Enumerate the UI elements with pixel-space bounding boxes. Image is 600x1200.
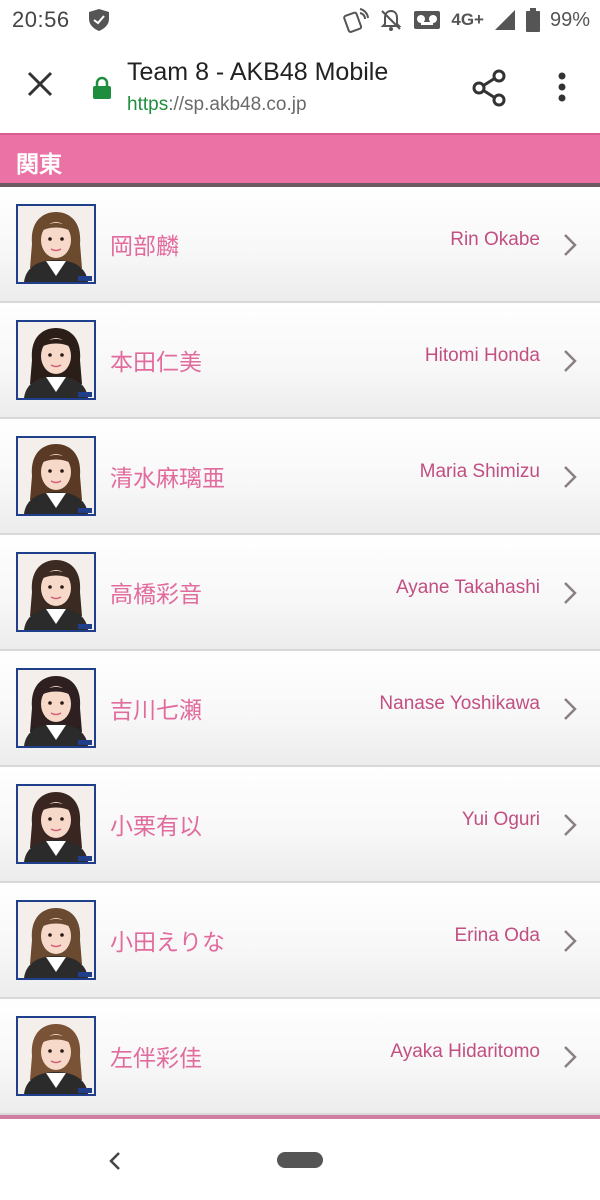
member-photo xyxy=(16,900,96,980)
list-bottom-border xyxy=(0,1115,600,1119)
member-name-jp: 清水麻璃亜 xyxy=(110,465,225,491)
close-icon[interactable] xyxy=(18,62,62,106)
shield-icon xyxy=(89,9,109,31)
battery-icon xyxy=(525,8,540,32)
member-list: 岡部麟 Rin Okabe 本田仁美 Hitomi Honda 清水麻璃亜 Maria S… xyxy=(0,187,600,1115)
status-bar: 20:56 4G+ 99% xyxy=(0,0,600,40)
page-title: Team 8 - AKB48 Mobile xyxy=(127,58,389,86)
member-photo xyxy=(16,436,96,516)
member-row[interactable]: 吉川七瀬 Nanase Yoshikawa xyxy=(0,651,600,767)
member-name-jp: 小栗有以 xyxy=(110,813,202,839)
member-name-jp: 本田仁美 xyxy=(110,349,202,375)
member-row[interactable]: 本田仁美 Hitomi Honda xyxy=(0,303,600,419)
member-photo xyxy=(16,1016,96,1096)
url-host: ://sp.akb48.co.jp xyxy=(168,94,307,115)
member-name-en: Hitomi Honda xyxy=(424,345,540,366)
back-icon[interactable] xyxy=(100,1146,130,1176)
member-photo xyxy=(16,784,96,864)
chevron-right-icon xyxy=(564,930,577,952)
member-name-en: Ayane Takahashi xyxy=(395,577,540,598)
home-button[interactable] xyxy=(277,1152,323,1168)
nfc-icon xyxy=(343,8,370,33)
chevron-right-icon xyxy=(564,350,577,372)
member-name-jp: 左伴彩佳 xyxy=(110,1045,202,1071)
page-url: https://sp.akb48.co.jp xyxy=(127,94,307,116)
member-photo xyxy=(16,320,96,400)
member-row[interactable]: 小栗有以 Yui Oguri xyxy=(0,767,600,883)
member-photo xyxy=(16,668,96,748)
member-row[interactable]: 清水麻璃亜 Maria Shimizu xyxy=(0,419,600,535)
share-icon[interactable] xyxy=(468,66,512,110)
section-header: 関東 xyxy=(0,133,600,183)
member-name-jp: 高橋彩音 xyxy=(110,581,202,607)
chevron-right-icon xyxy=(564,466,577,488)
chevron-right-icon xyxy=(564,814,577,836)
lock-icon xyxy=(93,76,111,99)
member-row[interactable]: 高橋彩音 Ayane Takahashi xyxy=(0,535,600,651)
member-row[interactable]: 左伴彩佳 Ayaka Hidaritomo xyxy=(0,999,600,1115)
member-name-en: Ayaka Hidaritomo xyxy=(390,1041,540,1062)
member-name-jp: 小田えりな xyxy=(110,929,225,955)
more-options-icon[interactable] xyxy=(544,66,580,110)
member-row[interactable]: 小田えりな Erina Oda xyxy=(0,883,600,999)
member-name-en: Rin Okabe xyxy=(450,229,540,250)
chevron-right-icon xyxy=(564,1046,577,1068)
battery-percent: 99% xyxy=(549,8,590,31)
member-photo xyxy=(16,204,96,284)
chevron-right-icon xyxy=(564,698,577,720)
member-name-en: Nanase Yoshikawa xyxy=(379,693,540,714)
network-type: 4G+ xyxy=(451,10,484,29)
navigation-bar xyxy=(0,1120,600,1200)
member-name-en: Erina Oda xyxy=(454,925,540,946)
member-photo xyxy=(16,552,96,632)
member-name-en: Maria Shimizu xyxy=(419,461,540,482)
section-header-label: 関東 xyxy=(16,151,62,177)
member-name-jp: 吉川七瀬 xyxy=(110,697,202,723)
url-scheme: https xyxy=(127,94,169,115)
browser-toolbar: Team 8 - AKB48 Mobile https://sp.akb48.c… xyxy=(0,40,600,132)
voicemail-icon xyxy=(414,11,441,29)
member-name-jp: 岡部麟 xyxy=(110,233,179,259)
chevron-right-icon xyxy=(564,234,577,256)
signal-icon xyxy=(494,10,515,30)
status-time: 20:56 xyxy=(12,7,70,32)
bell-off-icon xyxy=(380,9,402,31)
member-name-en: Yui Oguri xyxy=(461,809,540,830)
member-row[interactable]: 岡部麟 Rin Okabe xyxy=(0,187,600,303)
status-icons: 4G+ 99% xyxy=(343,6,590,34)
chevron-right-icon xyxy=(564,582,577,604)
